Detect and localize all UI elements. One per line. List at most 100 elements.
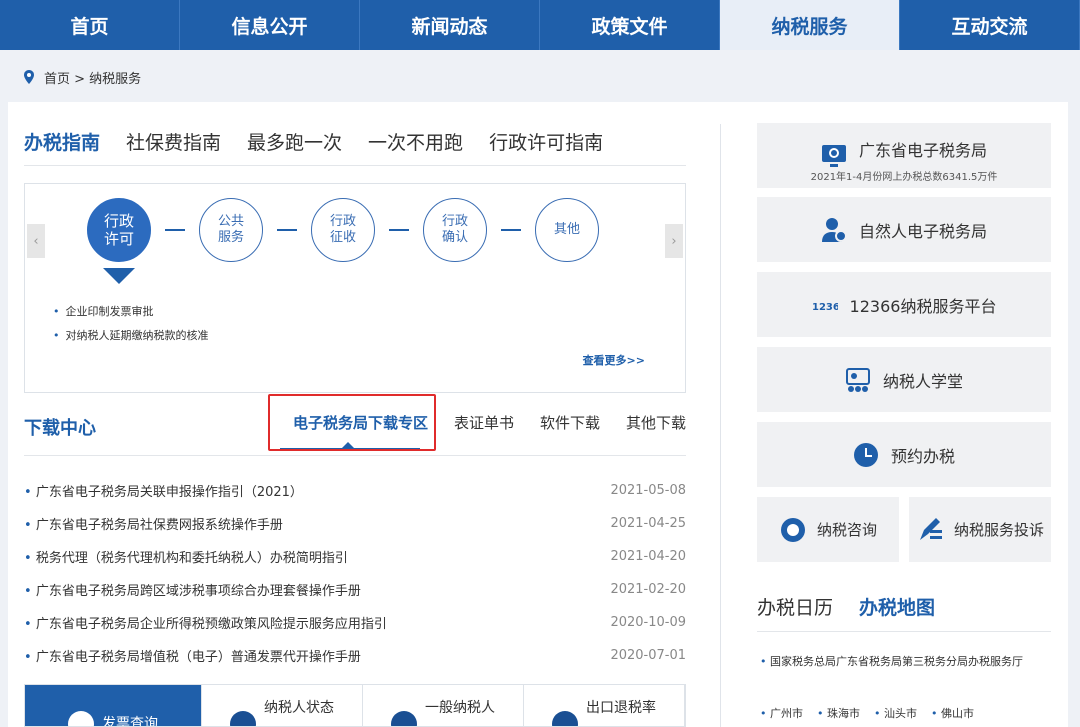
column-divider: [720, 124, 721, 727]
complaint-label: 纳税服务投诉: [953, 521, 1044, 539]
tile-invoice-query[interactable]: 发票查询: [25, 685, 202, 726]
item-title: 税务代理（税务代理机构和委托纳税人）办税简明指引: [24, 547, 348, 566]
service-item[interactable]: 企业印制发票审批: [53, 300, 209, 324]
nav-interaction[interactable]: 互动交流: [900, 0, 1080, 50]
status-icon: [230, 711, 256, 726]
tab-tax-calendar[interactable]: 办税日历: [757, 593, 833, 620]
tab-social-security-guide[interactable]: 社保费指南: [126, 128, 221, 155]
list-item[interactable]: 广东省电子税务局跨区域涉税事项综合办理套餐操作手册 2021-02-20: [24, 573, 686, 606]
office-entry[interactable]: 国家税务总局广东省税务局第三税务分局办税服务厅: [760, 652, 1040, 672]
appointment-label: 预约办税: [890, 446, 955, 466]
taxpayer-icon: [391, 711, 417, 726]
service-list: 企业印制发票审批 对纳税人延期缴纳税款的核准: [53, 300, 209, 348]
step-connector: [165, 229, 185, 231]
taxpayer-school-button[interactable]: 纳税人学堂: [757, 347, 1051, 412]
breadcrumb: 首页 > 纳税服务: [22, 62, 141, 92]
svg-text:12366: 12366: [812, 302, 838, 313]
item-title: 广东省电子税务局社保费网报系统操作手册: [24, 514, 283, 533]
item-title: 广东省电子税务局关联申报操作指引（2021）: [24, 481, 303, 500]
item-title: 广东省电子税务局跨区域涉税事项综合办理套餐操作手册: [24, 580, 361, 599]
office-name: 国家税务总局广东省税务局第三税务分局办税服务厅: [760, 655, 1023, 668]
rebate-icon: [552, 711, 578, 726]
service-steps: 行政许可 公共服务 行政征收 行政确认 其他: [87, 196, 599, 264]
tile-label: 出口退税率: [586, 700, 656, 716]
classroom-icon: [845, 367, 870, 392]
item-date: 2020-07-01: [610, 648, 686, 663]
nav-news[interactable]: 新闻动态: [360, 0, 540, 50]
natural-person-etax-button[interactable]: 自然人电子税务局: [757, 197, 1051, 262]
item-title: 广东省电子税务局企业所得税预缴政策风险提示服务应用指引: [24, 613, 387, 632]
tile-general-taxpayer[interactable]: 一般纳税人: [363, 685, 524, 726]
city-zhuhai[interactable]: 珠海市: [817, 705, 860, 721]
breadcrumb-text[interactable]: 首页 > 纳税服务: [44, 68, 141, 87]
service-item[interactable]: 对纳税人延期缴纳税款的核准: [53, 324, 209, 348]
active-step-pointer: [103, 268, 135, 284]
item-title: 广东省电子税务局增值税（电子）普通发票代开操作手册: [24, 646, 361, 665]
list-item[interactable]: 广东省电子税务局增值税（电子）普通发票代开操作手册 2020-07-01: [24, 639, 686, 672]
tax-consult-label: 纳税咨询: [816, 521, 877, 539]
hotline-12366-button[interactable]: 12366 12366纳税服务平台: [757, 272, 1051, 337]
nav-home[interactable]: 首页: [0, 0, 180, 50]
tile-taxpayer-status[interactable]: 纳税人状态: [202, 685, 363, 726]
view-more-link[interactable]: 查看更多>>: [583, 352, 645, 368]
item-date: 2021-04-25: [610, 516, 686, 531]
tab-one-visit[interactable]: 最多跑一次: [247, 128, 342, 155]
12366-icon: 12366: [812, 302, 838, 313]
step-admin-levy[interactable]: 行政征收: [311, 198, 375, 262]
tab-tax-guide[interactable]: 办税指南: [24, 128, 100, 155]
appointment-button[interactable]: 预约办税: [757, 422, 1051, 487]
computer-icon: [821, 144, 846, 167]
tile-export-rebate[interactable]: 出口退税率: [524, 685, 685, 726]
city-foshan[interactable]: 佛山市: [931, 705, 974, 721]
item-date: 2021-05-08: [610, 483, 686, 498]
clock-icon: [853, 442, 878, 467]
download-list: 广东省电子税务局关联申报操作指引（2021） 2021-05-08 广东省电子税务…: [24, 474, 686, 672]
carousel-next-button[interactable]: ›: [665, 224, 683, 258]
step-connector: [501, 229, 521, 231]
service-carousel: ‹ › 行政许可 公共服务 行政征收 行政确认 其他 企业印制发票审批 对纳税人…: [24, 183, 686, 393]
hotline-12366-label: 12366纳税服务平台: [849, 296, 997, 316]
etax-bureau-label: 广东省电子税务局: [858, 140, 987, 160]
item-date: 2020-10-09: [610, 615, 686, 630]
tile-label: 发票查询: [102, 716, 158, 726]
complaint-button[interactable]: 纳税服务投诉: [909, 497, 1051, 562]
guide-tabs: 办税指南 社保费指南 最多跑一次 一次不用跑 行政许可指南: [24, 118, 686, 166]
step-connector: [389, 229, 409, 231]
tab-forms[interactable]: 表证单书: [454, 412, 514, 433]
tab-other-downloads[interactable]: 其他下载: [626, 412, 686, 433]
step-public-service[interactable]: 公共服务: [199, 198, 263, 262]
location-pin-icon: [24, 70, 34, 84]
nav-tax-service[interactable]: 纳税服务: [720, 0, 900, 50]
tile-label: 纳税人状态: [264, 700, 334, 716]
taxpayer-school-label: 纳税人学堂: [882, 371, 963, 391]
tile-label: 一般纳税人: [425, 700, 495, 716]
etax-bureau-note: 2021年1-4月份网上办税总数6341.5万件: [810, 172, 998, 183]
calendar-tabs: 办税日历 办税地图: [757, 582, 1051, 632]
tax-consult-button[interactable]: 纳税咨询: [757, 497, 899, 562]
city-guangzhou[interactable]: 广州市: [760, 705, 803, 721]
step-admin-confirm[interactable]: 行政确认: [423, 198, 487, 262]
list-item[interactable]: 广东省电子税务局社保费网报系统操作手册 2021-04-25: [24, 507, 686, 540]
item-date: 2021-04-20: [610, 549, 686, 564]
step-admin-license[interactable]: 行政许可: [87, 198, 151, 262]
etax-bureau-button[interactable]: 广东省电子税务局 2021年1-4月份网上办税总数6341.5万件: [757, 123, 1051, 188]
list-item[interactable]: 税务代理（税务代理机构和委托纳税人）办税简明指引 2021-04-20: [24, 540, 686, 573]
top-nav: 首页 信息公开 新闻动态 政策文件 纳税服务 互动交流: [0, 0, 1080, 50]
city-shantou[interactable]: 汕头市: [874, 705, 917, 721]
carousel-prev-button[interactable]: ‹: [27, 224, 45, 258]
city-list: 广州市 珠海市 汕头市 佛山市: [760, 705, 974, 721]
step-other[interactable]: 其他: [535, 198, 599, 262]
nav-info-disclosure[interactable]: 信息公开: [180, 0, 360, 50]
nav-policy[interactable]: 政策文件: [540, 0, 720, 50]
list-item[interactable]: 广东省电子税务局企业所得税预缴政策风险提示服务应用指引 2020-10-09: [24, 606, 686, 639]
tab-tax-map[interactable]: 办税地图: [859, 593, 935, 620]
person-icon: [821, 217, 847, 242]
tab-software[interactable]: 软件下载: [540, 412, 600, 433]
pen-icon: [919, 517, 942, 540]
tab-no-visit[interactable]: 一次不用跑: [368, 128, 463, 155]
item-date: 2021-02-20: [610, 582, 686, 597]
quick-tiles: 发票查询 纳税人状态 一般纳税人 出口退税率: [24, 684, 686, 727]
list-item[interactable]: 广东省电子税务局关联申报操作指引（2021） 2021-05-08: [24, 474, 686, 507]
highlight-box: [268, 394, 436, 451]
tab-admin-license-guide[interactable]: 行政许可指南: [489, 128, 603, 155]
